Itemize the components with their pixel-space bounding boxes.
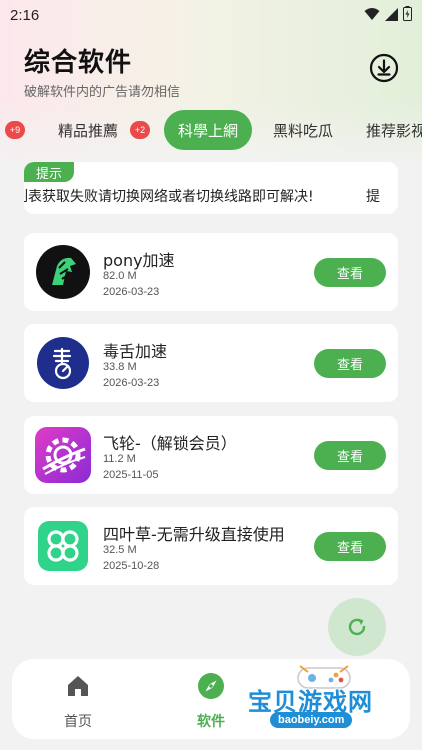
download-icon xyxy=(369,53,399,83)
tab-label: 推荐影视 xyxy=(366,121,422,140)
tab-jingpin[interactable]: 精品推薦 xyxy=(58,110,118,150)
tab-label: 黑料吃瓜 xyxy=(273,121,334,140)
tab-heiliao-chigua[interactable]: 黑料吃瓜 xyxy=(273,110,333,150)
app-name: 毒舌加速 xyxy=(103,342,168,361)
page-title: 综合软件 xyxy=(24,48,133,78)
notice-text-tail: 提 xyxy=(366,189,380,205)
status-icons xyxy=(364,5,412,25)
dushe-logo-icon xyxy=(35,335,91,391)
refresh-button[interactable] xyxy=(328,598,386,656)
view-button[interactable]: 查看 xyxy=(314,349,386,378)
clover-icon xyxy=(35,518,91,574)
page-subtitle: 破解软件内的广告请勿相信 xyxy=(24,85,181,100)
tab-tuijian-yingshi[interactable]: 推荐影视 xyxy=(366,110,422,150)
notice-marquee: 列表获取失败请切换网络或者切换线路即可解决! 提 xyxy=(24,182,398,210)
battery-icon xyxy=(403,5,412,25)
cell-signal-icon xyxy=(385,6,398,25)
app-card[interactable]: 飞轮-（解锁会员） 11.2 M 2025-11-05 查看 xyxy=(24,416,398,494)
view-button[interactable]: 查看 xyxy=(314,258,386,287)
notice-tag: 提示 xyxy=(24,162,75,182)
app-date: 2026-03-23 xyxy=(103,377,160,389)
app-size: 33.8 M xyxy=(103,361,137,373)
nav-home[interactable]: 首页 xyxy=(18,659,138,739)
tab-badge: +2 xyxy=(130,121,150,139)
app-card[interactable]: 毒舌加速 33.8 M 2026-03-23 查看 xyxy=(24,324,398,402)
watermark-url: baobeiy.com xyxy=(270,712,353,728)
watermark: 宝贝游戏网 baobeiy.com xyxy=(240,660,400,750)
notice-banner: 提示 列表获取失败请切换网络或者切换线路即可解决! 提 xyxy=(24,162,398,214)
notice-text: 列表获取失败请切换网络或者切换线路即可解决! xyxy=(24,189,314,205)
page-header: 综合软件 破解软件内的广告请勿相信 xyxy=(24,42,180,100)
nav-label: 软件 xyxy=(197,714,225,730)
status-bar: 2:16 xyxy=(0,0,422,30)
app-size: 11.2 M xyxy=(103,453,136,465)
refresh-icon xyxy=(348,618,366,636)
view-button[interactable]: 查看 xyxy=(314,441,386,470)
app-date: 2025-11-05 xyxy=(103,469,159,481)
wifi-icon xyxy=(364,6,380,25)
tab-label: 精品推薦 xyxy=(58,121,119,140)
home-icon xyxy=(65,671,91,701)
nav-label: 首页 xyxy=(64,714,92,730)
tab-kexue-shangwang[interactable]: 科學上網 xyxy=(164,110,253,150)
app-name: 四叶草-无需升级直接使用 xyxy=(103,525,285,544)
pony-horse-icon xyxy=(35,244,91,300)
app-name: pony加速 xyxy=(103,251,175,270)
app-date: 2025-10-28 xyxy=(103,560,160,572)
app-size: 32.5 M xyxy=(103,544,137,556)
app-date: 2026-03-23 xyxy=(103,286,160,298)
compass-icon xyxy=(197,671,225,701)
tab-badge-left: +9 xyxy=(5,121,25,139)
tab-label: 科學上網 xyxy=(178,121,239,140)
download-button[interactable] xyxy=(368,52,400,84)
app-name: 飞轮-（解锁会员） xyxy=(103,434,237,453)
view-button[interactable]: 查看 xyxy=(314,532,386,561)
flywheel-gear-icon xyxy=(35,427,91,483)
app-card[interactable]: 四叶草-无需升级直接使用 32.5 M 2025-10-28 查看 xyxy=(24,507,398,585)
app-card[interactable]: pony加速 82.0 M 2026-03-23 查看 xyxy=(24,233,398,311)
status-time: 2:16 xyxy=(10,6,40,24)
app-size: 82.0 M xyxy=(103,270,137,282)
category-tabs: +9 精品推薦 +2 科學上網 黑料吃瓜 推荐影视 xyxy=(0,110,422,152)
